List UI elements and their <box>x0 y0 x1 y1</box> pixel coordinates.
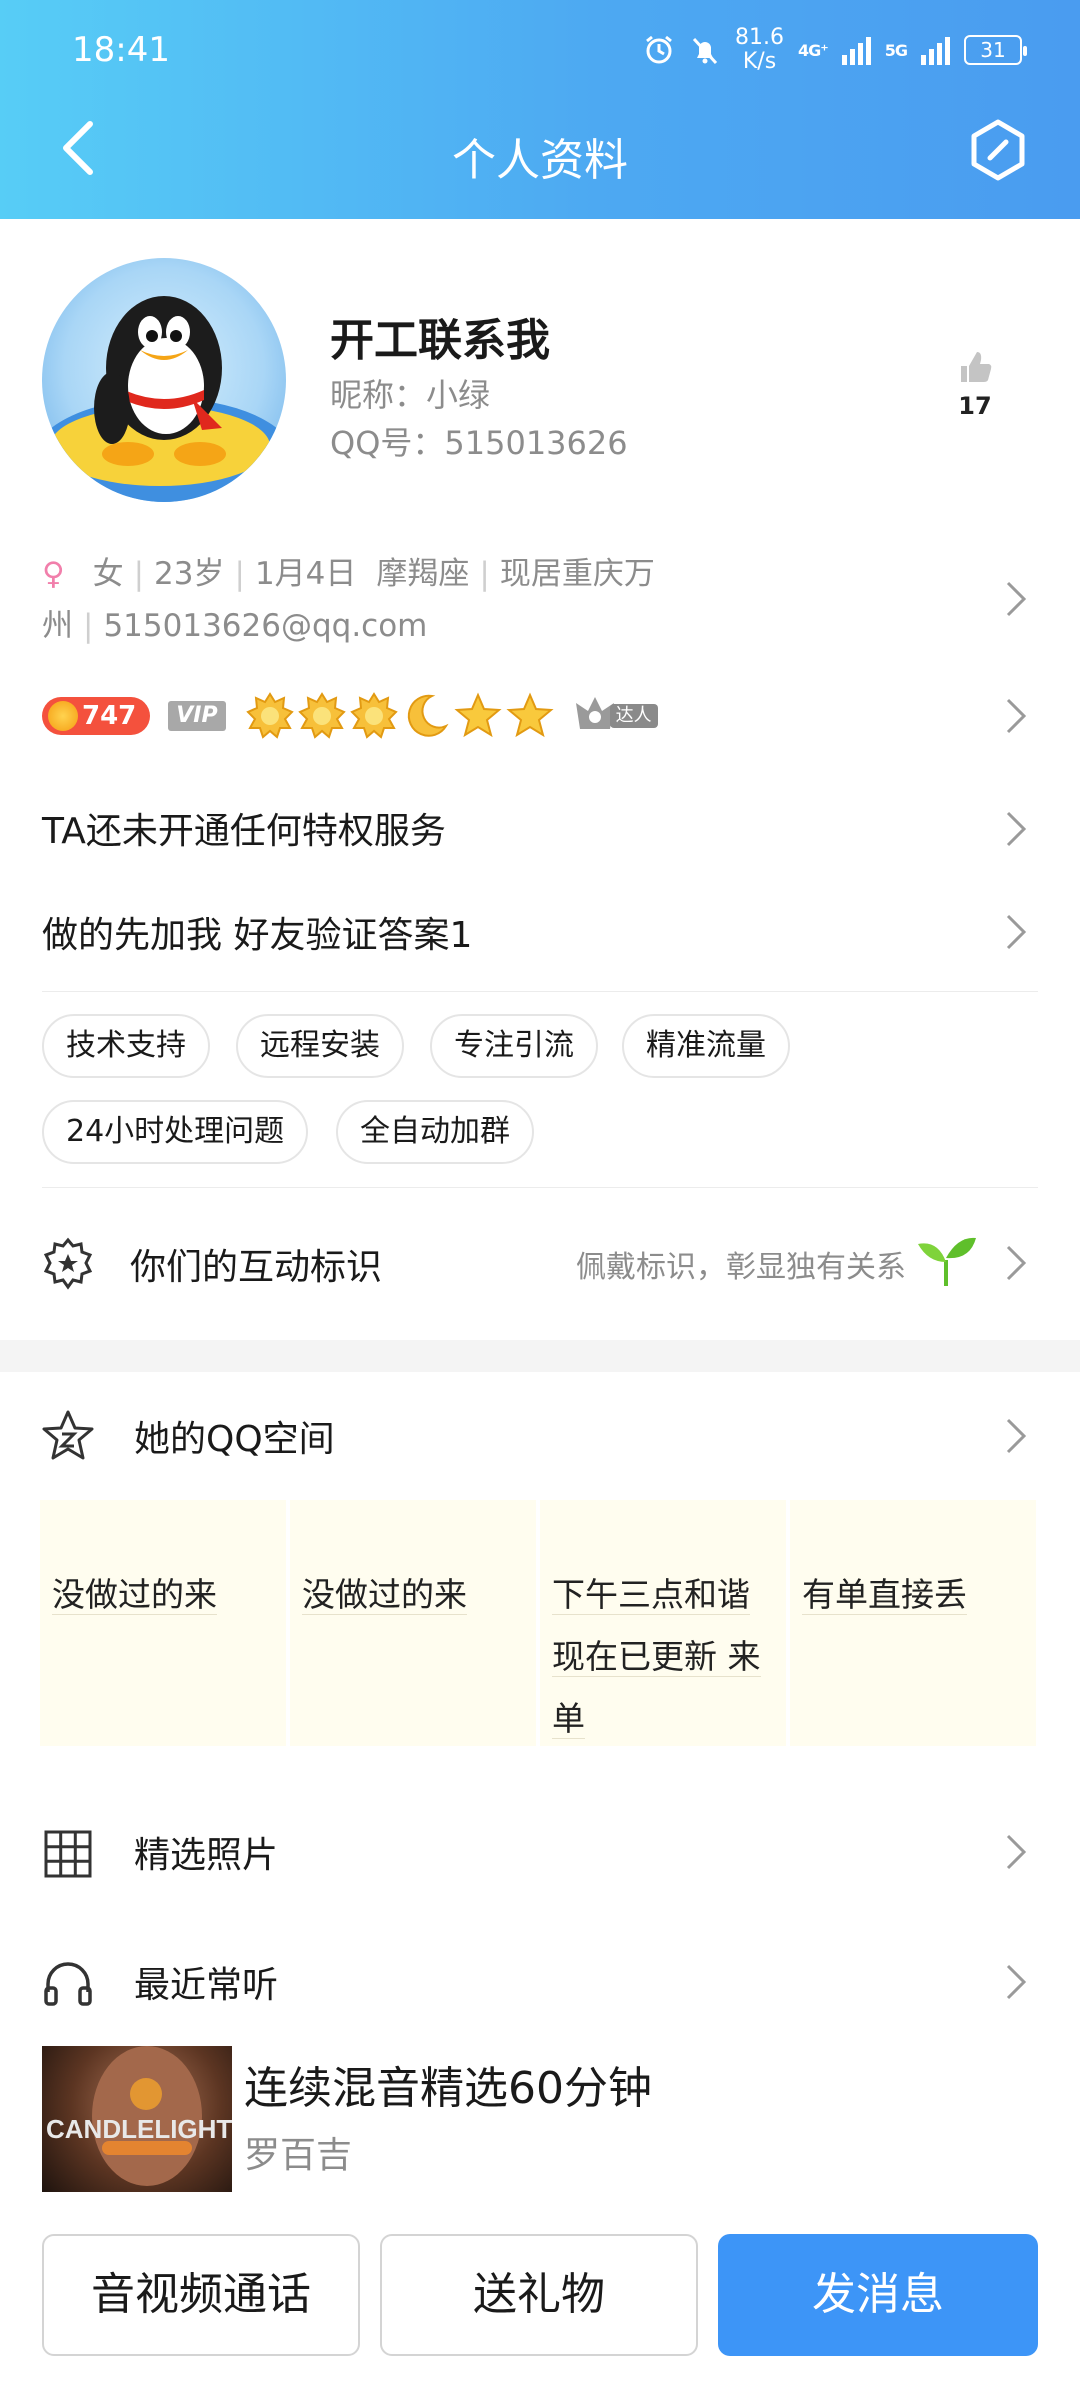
info-gender: 女 <box>92 556 124 592</box>
coin-icon <box>48 701 78 731</box>
grid-icon <box>44 1830 92 1878</box>
qzone-post-text: 有单直接丢 <box>802 1575 967 1615</box>
info-separator: | <box>133 556 145 592</box>
interaction-label[interactable]: 你们的互动标识 <box>130 1238 382 1290</box>
status-time: 18:41 <box>72 30 170 70</box>
album-logo-text: CANDLELIGHT <box>46 2114 232 2144</box>
status-icons: 81.6 K/s 4G⁺ 5G 31 <box>643 25 1027 74</box>
star-icon <box>506 692 554 738</box>
signal-bars-icon <box>841 35 871 65</box>
profile-name: 开工联系我 <box>330 315 550 366</box>
divider <box>42 991 1038 992</box>
alarm-icon <box>646 35 672 64</box>
music-label[interactable]: 最近常听 <box>134 1956 278 2008</box>
avatar[interactable] <box>42 258 286 502</box>
tag-item[interactable]: 技术支持 <box>42 1014 210 1078</box>
qzone-post-card[interactable]: 没做过的来 <box>40 1500 286 1746</box>
album-art-image: CANDLELIGHT <box>46 2046 232 2186</box>
chevron-right-icon[interactable] <box>1003 807 1029 851</box>
moon-icon <box>407 694 449 737</box>
headphones-icon <box>44 1962 92 2006</box>
qzone-post-text: 下午三点和谐现在已更新 来单 <box>552 1575 761 1739</box>
level-number: 747 <box>82 701 137 731</box>
daren-badge: 达人 <box>572 697 658 734</box>
video-call-button[interactable]: 音视频通话 <box>42 2234 360 2356</box>
send-gift-button[interactable]: 送礼物 <box>380 2234 698 2356</box>
info-separator: | <box>83 608 94 644</box>
sun-icon <box>297 692 346 739</box>
chevron-right-icon[interactable] <box>1003 1960 1029 2004</box>
profile-qq-number: QQ号：515013626 <box>330 424 628 462</box>
qzone-post-text: 没做过的来 <box>52 1575 217 1615</box>
tag-item[interactable]: 远程安装 <box>236 1014 404 1078</box>
badges-row[interactable]: 747 VIP 达人 <box>42 690 658 742</box>
sun-icon <box>245 692 294 739</box>
info-birthday: 1月4日 <box>254 556 357 592</box>
chevron-right-icon[interactable] <box>1003 1830 1029 1874</box>
level-icons <box>245 692 554 740</box>
album-cover[interactable]: CANDLELIGHT <box>42 2046 232 2192</box>
song-artist: 罗百吉 <box>244 2135 353 2176</box>
song-title[interactable]: 连续混音精选60分钟 <box>244 2052 652 2116</box>
divider <box>42 1187 1038 1188</box>
tag-item[interactable]: 专注引流 <box>430 1014 598 1078</box>
thumbs-up-icon <box>961 352 992 382</box>
tag-item[interactable]: 全自动加群 <box>336 1100 534 1164</box>
chevron-right-icon[interactable] <box>1003 577 1029 621</box>
level-badge: 747 <box>42 697 151 735</box>
send-message-button[interactable]: 发消息 <box>718 2234 1038 2356</box>
qzone-post-card[interactable]: 有单直接丢 <box>790 1500 1036 1746</box>
battery-icon: 31 <box>964 35 1027 65</box>
section-gap <box>0 1340 1080 1372</box>
qzone-label[interactable]: 她的QQ空间 <box>134 1410 335 1462</box>
sprout-icon <box>918 1237 976 1286</box>
info-separator: | <box>479 556 490 592</box>
info-zodiac: 摩羯座 <box>376 556 470 592</box>
info-separator: | <box>234 556 245 592</box>
penguin-avatar-image <box>42 296 286 502</box>
chevron-right-icon[interactable] <box>1003 1241 1029 1285</box>
badge-star-icon <box>43 1237 93 1290</box>
qzone-star-icon <box>42 1410 94 1460</box>
network-4g-label: 4G⁺ <box>798 40 829 60</box>
qzone-post-text: 没做过的来 <box>302 1575 467 1615</box>
signature-text[interactable]: 做的先加我 好友验证答案1 <box>42 906 472 958</box>
mute-bell-icon <box>692 37 718 65</box>
star-icon <box>454 692 502 738</box>
sun-icon <box>349 692 398 739</box>
female-icon: ♀ <box>42 556 65 592</box>
info-age: 23岁 <box>154 556 225 592</box>
vip-badge: VIP <box>168 701 226 731</box>
qzone-post-card[interactable]: 没做过的来 <box>290 1500 536 1746</box>
page-title: 个人资料 <box>452 135 628 186</box>
like-button[interactable]: 17 <box>950 348 1000 420</box>
like-count: 17 <box>958 392 992 420</box>
info-email: 515013626@qq.com <box>103 608 428 644</box>
net-speed: 81.6 K/s <box>735 25 785 74</box>
settings-hexagon-icon[interactable] <box>968 118 1028 182</box>
network-5g-label: 5G <box>884 40 908 60</box>
tag-item[interactable]: 精准流量 <box>622 1014 790 1078</box>
profile-nickname: 昵称：小绿 <box>330 376 491 414</box>
profile-info-row[interactable]: ♀ 女 | 23岁 | 1月4日 摩羯座 | 现居重庆万州 | 515013626@qq.com <box>42 548 992 652</box>
qzone-post-card[interactable]: 下午三点和谐现在已更新 来单 <box>540 1500 786 1746</box>
chevron-right-icon[interactable] <box>1003 910 1029 954</box>
signal-bars-icon-2 <box>921 35 950 65</box>
tag-item[interactable]: 24小时处理问题 <box>42 1100 309 1164</box>
interaction-hint: 佩戴标识，彰显独有关系 <box>576 1250 906 1285</box>
chevron-right-icon[interactable] <box>1003 694 1029 738</box>
app-header: 18:41 81.6 K/s 4G⁺ 5G 31 个人资料 <box>0 0 1080 219</box>
privilege-text[interactable]: TA还未开通任何特权服务 <box>42 802 446 854</box>
photos-label[interactable]: 精选照片 <box>134 1826 278 1878</box>
chevron-right-icon[interactable] <box>1003 1414 1029 1458</box>
